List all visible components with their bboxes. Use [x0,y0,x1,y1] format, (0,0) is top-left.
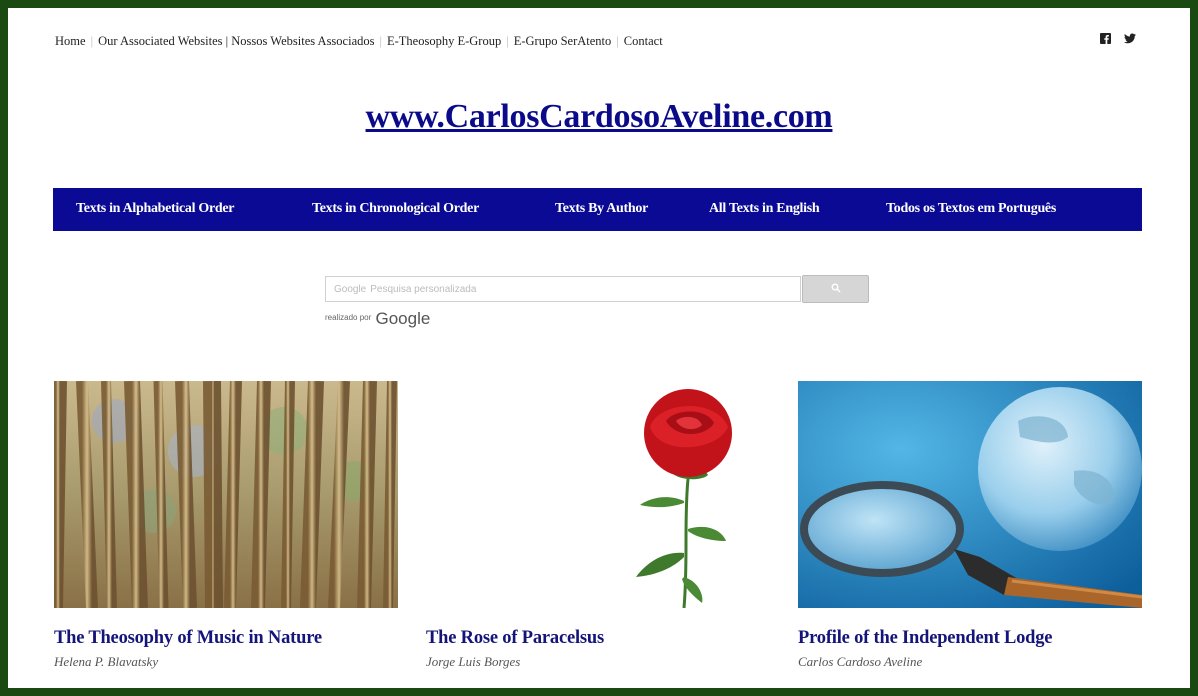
separator: | [379,34,382,48]
card-author: Helena P. Blavatsky [54,654,159,669]
card-title[interactable]: Profile of the Independent Lodge [798,628,1142,649]
article-card: The Rose of Paracelsus Jorge Luis Borges [426,381,770,670]
nav-english[interactable]: All Texts in English [709,201,820,217]
social-links [1100,31,1136,44]
bamboo-image[interactable] [54,381,398,608]
nav-portugues[interactable]: Todos os Textos em Português [886,201,1056,217]
topnav-contact[interactable]: Contact [624,34,663,48]
nav-chronological[interactable]: Texts in Chronological Order [312,201,479,217]
powered-by: realizado por Google [325,309,430,329]
article-card: The Theosophy of Music in Nature Helena … [54,381,398,670]
search-placeholder: Pesquisa personalizada [370,284,477,295]
separator: | [616,34,619,48]
google-logo: Google [375,309,431,328]
top-nav: Home | Our Associated Websites | Nossos We… [55,34,663,49]
separator: | [90,34,94,48]
topnav-home[interactable]: Home [55,34,86,48]
article-card: Profile of the Independent Lodge Carlos … [798,381,1142,670]
topnav-e-grupo-seratento[interactable]: E-Grupo SerAtento [514,34,612,48]
globe-magnifier-image[interactable] [798,381,1142,608]
card-author: Jorge Luis Borges [426,654,521,669]
search-icon [831,280,841,298]
search-button[interactable] [802,275,869,303]
search-google-label: Google [334,284,367,295]
site-title[interactable]: www.CarlosCardosoAveline.com [0,98,1198,136]
main-nav: Texts in Alphabetical Order Texts in Chr… [53,188,1142,231]
card-title[interactable]: The Rose of Paracelsus [426,628,770,649]
topnav-e-theosophy[interactable]: E-Theosophy E-Group [387,34,501,48]
card-title[interactable]: The Theosophy of Music in Nature [54,628,398,649]
topnav-associated-websites[interactable]: Our Associated Websites | Nossos Website… [98,34,374,48]
nav-alphabetical[interactable]: Texts in Alphabetical Order [76,201,235,217]
rose-image[interactable] [426,381,770,608]
search-input[interactable]: Google Pesquisa personalizada [325,276,801,302]
separator: | [506,34,509,48]
facebook-icon[interactable] [1100,31,1112,44]
nav-by-author[interactable]: Texts By Author [555,201,648,217]
card-author: Carlos Cardoso Aveline [798,654,923,669]
twitter-icon[interactable] [1124,31,1136,44]
powered-prefix: realizado por [325,313,372,322]
